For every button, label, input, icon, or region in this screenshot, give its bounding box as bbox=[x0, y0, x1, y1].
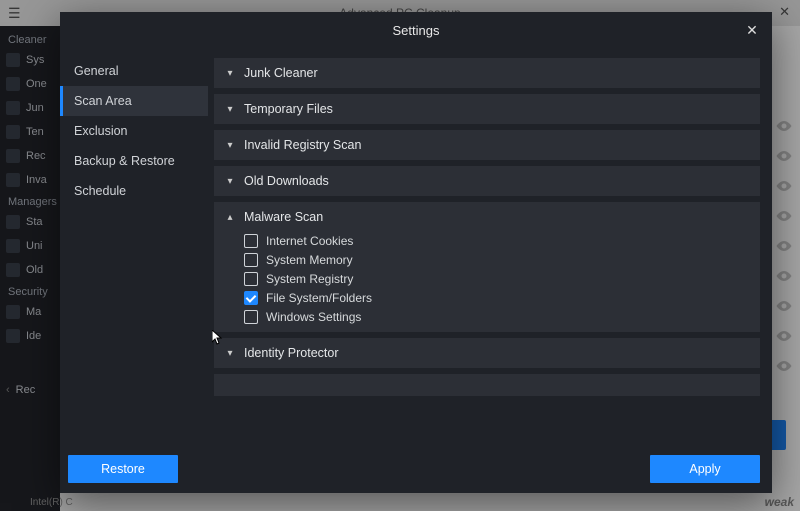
chevron-down-icon: ▾ bbox=[224, 348, 236, 359]
section-header[interactable]: ▴ Malware Scan bbox=[214, 202, 760, 232]
section-junk-cleaner: ▾ Junk Cleaner bbox=[214, 58, 760, 88]
section-label: Identity Protector bbox=[244, 346, 339, 360]
option-label: File System/Folders bbox=[266, 291, 372, 305]
modal-header: Settings ✕ bbox=[60, 12, 772, 48]
settings-panel: ▾ Junk Cleaner ▾ Temporary Files ▾ Inval… bbox=[208, 48, 772, 445]
option-label: System Registry bbox=[266, 272, 353, 286]
nav-item-schedule[interactable]: Schedule bbox=[60, 176, 208, 206]
section-empty bbox=[214, 374, 760, 396]
chevron-down-icon: ▾ bbox=[224, 68, 236, 79]
settings-modal: Settings ✕ General Scan Area Exclusion B… bbox=[60, 12, 772, 493]
apply-button[interactable]: Apply bbox=[650, 455, 760, 483]
option-label: Windows Settings bbox=[266, 310, 361, 324]
checkbox[interactable] bbox=[244, 272, 258, 286]
nav-item-exclusion[interactable]: Exclusion bbox=[60, 116, 208, 146]
nav-item-backup-restore[interactable]: Backup & Restore bbox=[60, 146, 208, 176]
nav-item-scan-area[interactable]: Scan Area bbox=[60, 86, 208, 116]
section-label: Junk Cleaner bbox=[244, 66, 318, 80]
section-identity-protector: ▾ Identity Protector bbox=[214, 338, 760, 368]
modal-title: Settings bbox=[393, 23, 440, 38]
section-header[interactable]: ▾ Identity Protector bbox=[214, 338, 760, 368]
section-label: Invalid Registry Scan bbox=[244, 138, 361, 152]
section-temporary-files: ▾ Temporary Files bbox=[214, 94, 760, 124]
checkbox[interactable] bbox=[244, 291, 258, 305]
chevron-down-icon: ▾ bbox=[224, 140, 236, 151]
section-label: Old Downloads bbox=[244, 174, 329, 188]
section-old-downloads: ▾ Old Downloads bbox=[214, 166, 760, 196]
section-header[interactable]: ▾ Invalid Registry Scan bbox=[214, 130, 760, 160]
checkbox[interactable] bbox=[244, 234, 258, 248]
chevron-down-icon: ▾ bbox=[224, 176, 236, 187]
option-system-registry[interactable]: System Registry bbox=[244, 272, 750, 286]
section-header[interactable]: ▾ Junk Cleaner bbox=[214, 58, 760, 88]
section-header[interactable]: ▾ Old Downloads bbox=[214, 166, 760, 196]
checkbox[interactable] bbox=[244, 310, 258, 324]
section-header[interactable]: ▾ Temporary Files bbox=[214, 94, 760, 124]
section-label: Temporary Files bbox=[244, 102, 333, 116]
section-malware-scan: ▴ Malware Scan Internet Cookies System M… bbox=[214, 202, 760, 332]
section-label: Malware Scan bbox=[244, 210, 323, 224]
option-windows-settings[interactable]: Windows Settings bbox=[244, 310, 750, 324]
restore-button[interactable]: Restore bbox=[68, 455, 178, 483]
option-label: Internet Cookies bbox=[266, 234, 353, 248]
nav-item-general[interactable]: General bbox=[60, 56, 208, 86]
option-internet-cookies[interactable]: Internet Cookies bbox=[244, 234, 750, 248]
option-file-system-folders[interactable]: File System/Folders bbox=[244, 291, 750, 305]
section-body: Internet Cookies System Memory System Re… bbox=[214, 232, 760, 332]
settings-nav: General Scan Area Exclusion Backup & Res… bbox=[60, 48, 208, 445]
chevron-down-icon: ▾ bbox=[224, 104, 236, 115]
section-invalid-registry: ▾ Invalid Registry Scan bbox=[214, 130, 760, 160]
option-system-memory[interactable]: System Memory bbox=[244, 253, 750, 267]
option-label: System Memory bbox=[266, 253, 353, 267]
close-icon[interactable]: ✕ bbox=[742, 20, 762, 40]
modal-footer: Restore Apply bbox=[60, 445, 772, 493]
chevron-up-icon: ▴ bbox=[224, 212, 236, 223]
checkbox[interactable] bbox=[244, 253, 258, 267]
